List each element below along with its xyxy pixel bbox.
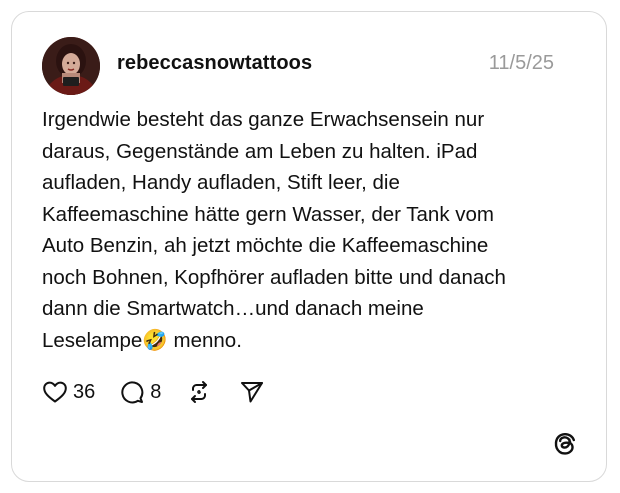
action-bar: 36 8 <box>42 378 265 406</box>
post-date: 11/5/25 <box>488 52 554 74</box>
avatar[interactable] <box>42 37 100 95</box>
reply-button[interactable]: 8 <box>119 379 161 405</box>
repost-button[interactable] <box>187 380 211 404</box>
share-button[interactable] <box>239 380 265 404</box>
reply-count: 8 <box>150 380 162 403</box>
comment-icon <box>119 379 145 405</box>
post-card: rebeccasnowtattoos 11/5/25 Irgendwie bes… <box>11 11 607 482</box>
threads-logo-icon[interactable] <box>552 431 578 457</box>
like-button[interactable]: 36 <box>42 380 95 404</box>
post-text: Irgendwie besteht das ganze Erwachsensei… <box>42 108 506 352</box>
heart-icon <box>42 380 68 404</box>
repost-icon <box>187 380 211 404</box>
like-count: 36 <box>73 380 96 403</box>
send-icon <box>239 380 265 404</box>
username[interactable]: rebeccasnowtattoos <box>117 52 312 75</box>
